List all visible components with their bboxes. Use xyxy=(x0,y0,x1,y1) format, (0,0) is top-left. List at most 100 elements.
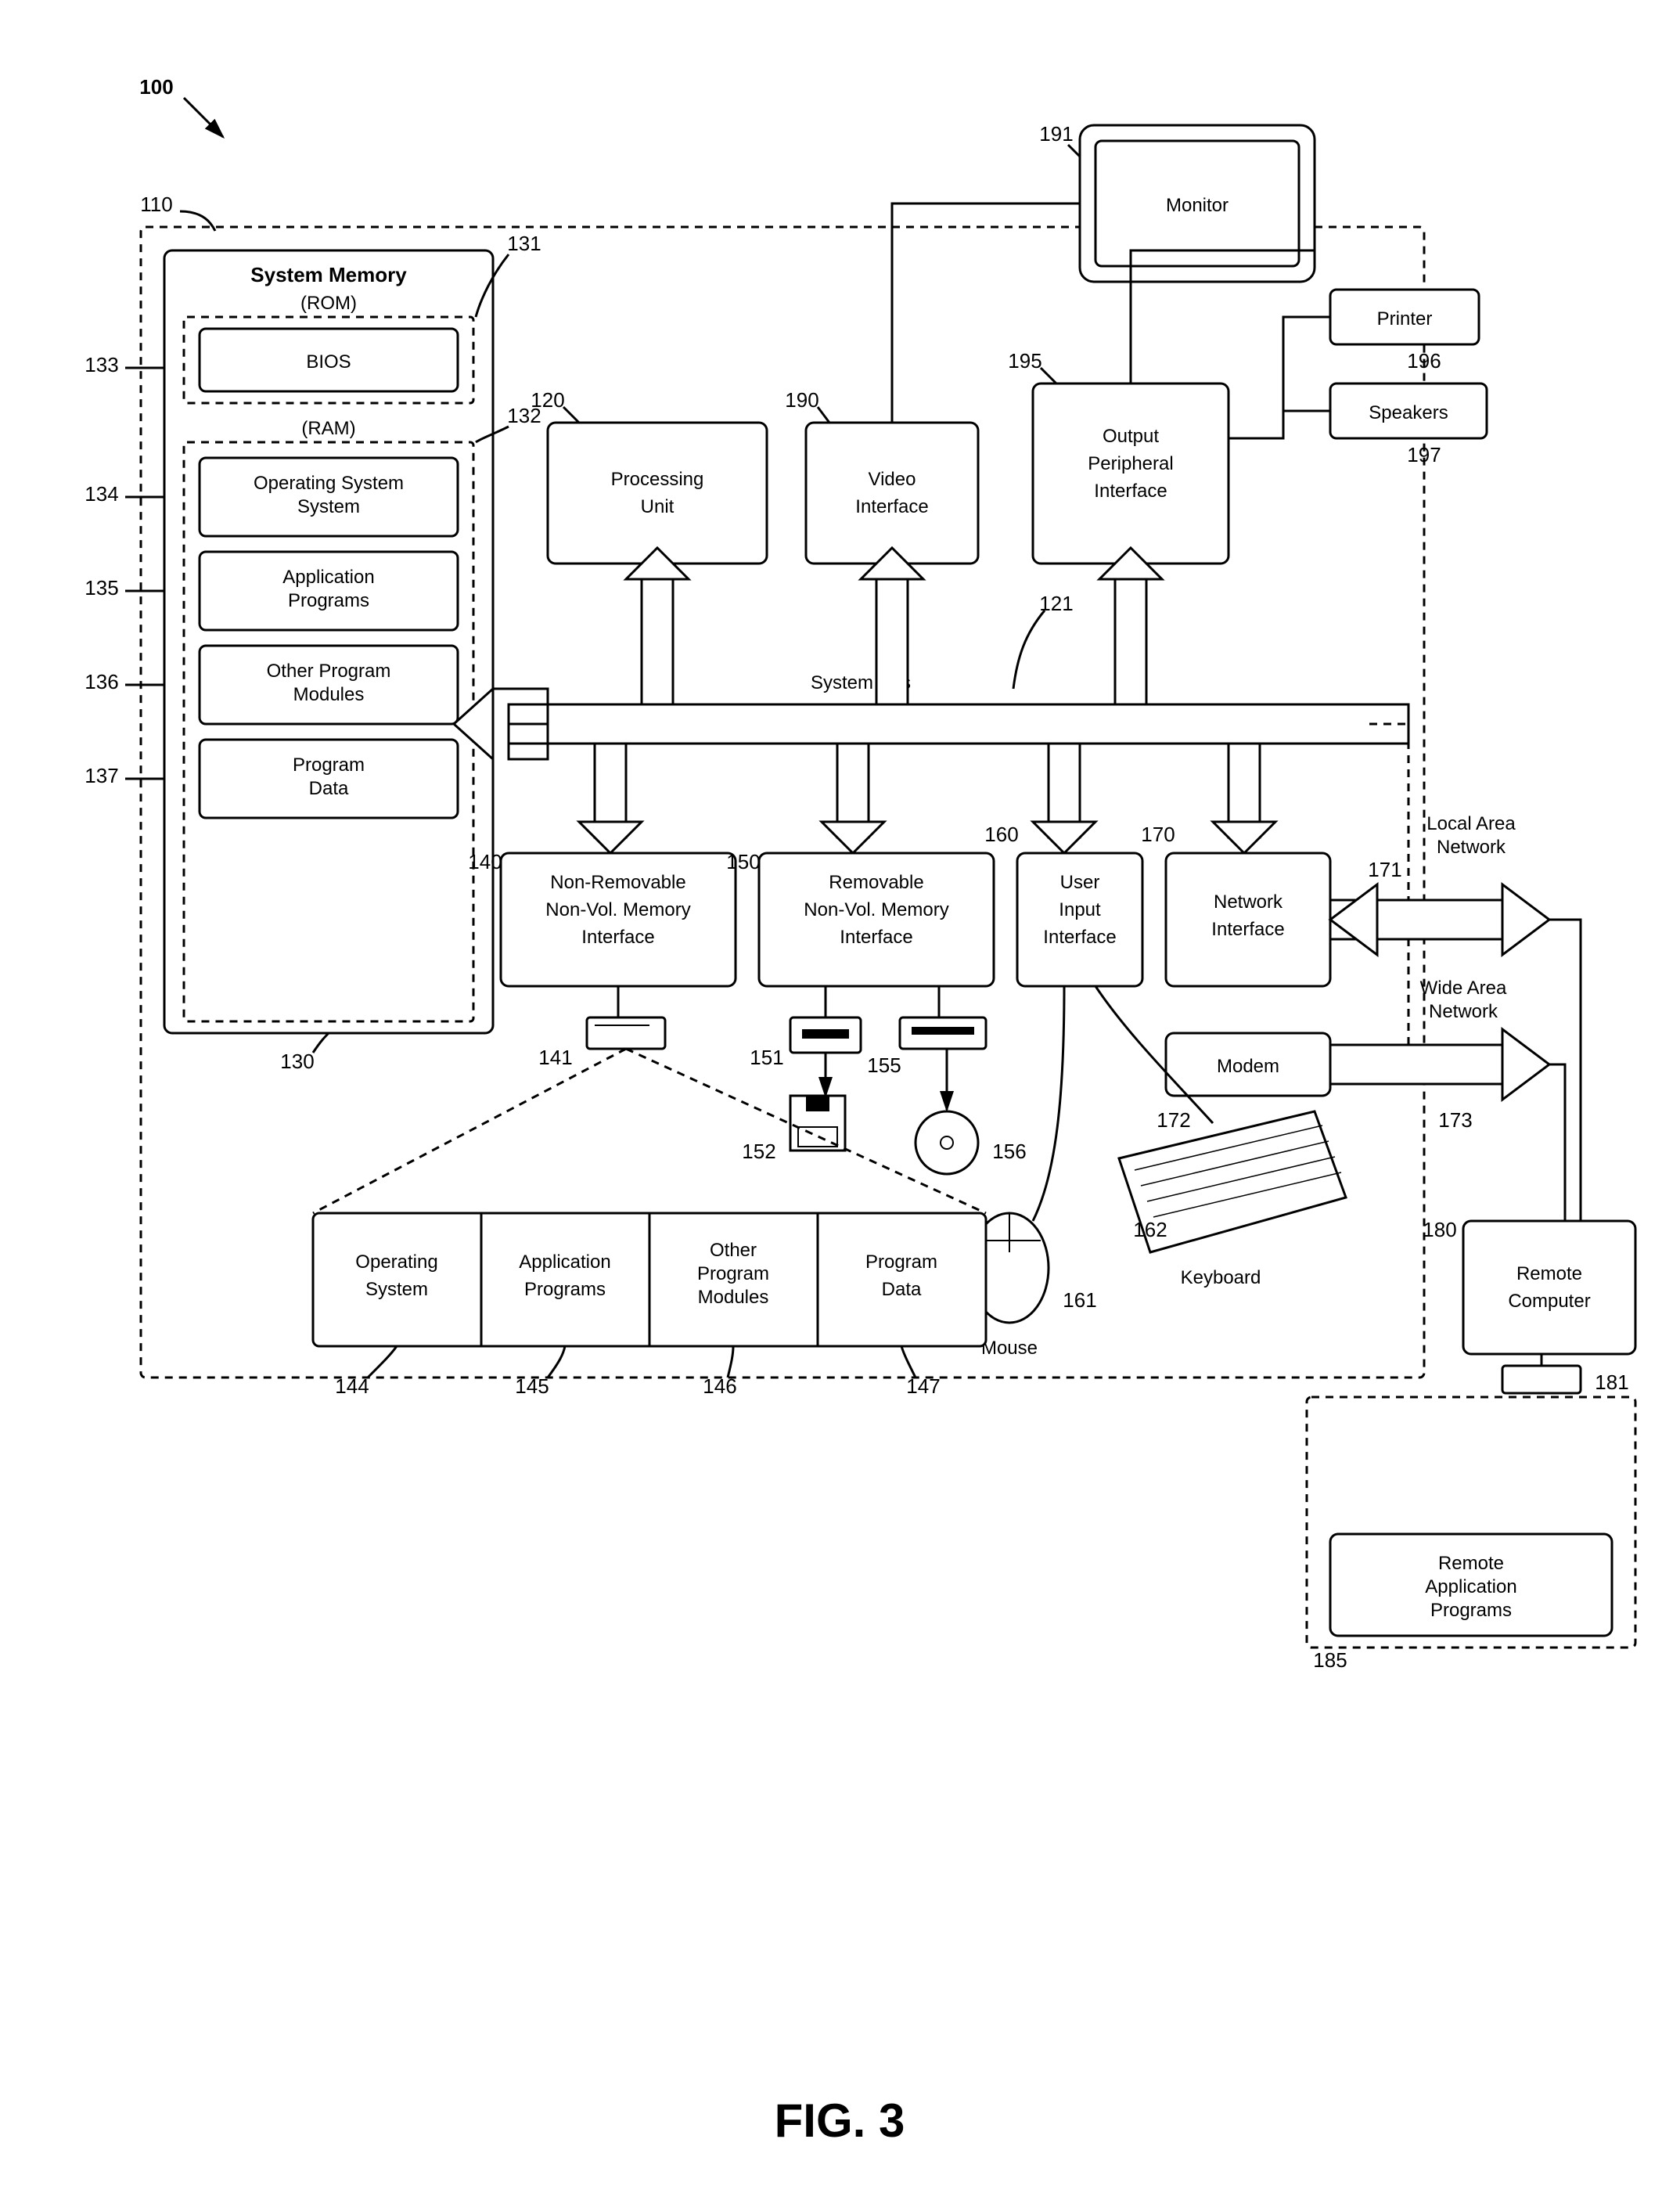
svg-text:Non-Vol. Memory: Non-Vol. Memory xyxy=(804,899,948,920)
svg-text:152: 152 xyxy=(742,1140,775,1163)
svg-text:Interface: Interface xyxy=(1094,481,1167,502)
svg-text:181: 181 xyxy=(1595,1370,1628,1394)
svg-text:Local Area: Local Area xyxy=(1426,813,1516,834)
svg-text:Data: Data xyxy=(882,1279,922,1300)
svg-text:144: 144 xyxy=(335,1374,369,1398)
svg-text:133: 133 xyxy=(85,353,118,376)
svg-text:195: 195 xyxy=(1008,349,1041,373)
svg-text:Video: Video xyxy=(869,469,916,490)
svg-text:Unit: Unit xyxy=(641,496,675,517)
svg-text:191: 191 xyxy=(1039,122,1073,146)
svg-text:Modules: Modules xyxy=(698,1287,769,1308)
svg-text:161: 161 xyxy=(1063,1288,1096,1312)
svg-text:170: 170 xyxy=(1141,823,1175,846)
svg-text:Printer: Printer xyxy=(1377,308,1433,330)
svg-text:151: 151 xyxy=(750,1046,783,1069)
svg-text:Application: Application xyxy=(282,567,374,588)
svg-text:Input: Input xyxy=(1059,899,1101,920)
svg-text:Operating: Operating xyxy=(355,1251,437,1273)
svg-text:Application: Application xyxy=(519,1251,610,1273)
svg-text:140: 140 xyxy=(468,850,502,873)
svg-text:Program: Program xyxy=(293,754,365,776)
svg-text:Other: Other xyxy=(710,1240,757,1261)
svg-text:System: System xyxy=(365,1279,428,1300)
svg-text:Application: Application xyxy=(1425,1576,1516,1597)
svg-text:134: 134 xyxy=(85,482,118,506)
svg-text:Processing: Processing xyxy=(611,469,704,490)
svg-text:162: 162 xyxy=(1133,1218,1167,1241)
svg-text:Remote: Remote xyxy=(1438,1553,1504,1574)
architecture-diagram: 100 110 System Memory (ROM) BIOS 133 (RA… xyxy=(0,0,1680,2204)
svg-text:196: 196 xyxy=(1407,349,1441,373)
svg-text:Other Program: Other Program xyxy=(267,661,391,682)
svg-text:131: 131 xyxy=(507,232,541,255)
svg-text:120: 120 xyxy=(531,388,564,412)
svg-text:156: 156 xyxy=(992,1140,1026,1163)
svg-text:110: 110 xyxy=(140,193,172,216)
svg-text:135: 135 xyxy=(85,576,118,600)
svg-text:180: 180 xyxy=(1423,1218,1456,1241)
svg-text:Program: Program xyxy=(865,1251,937,1273)
svg-text:BIOS: BIOS xyxy=(306,351,351,373)
svg-text:Modem: Modem xyxy=(1217,1056,1279,1077)
svg-text:Wide Area: Wide Area xyxy=(1420,978,1507,999)
svg-text:146: 146 xyxy=(703,1374,736,1398)
svg-text:160: 160 xyxy=(984,823,1018,846)
svg-text:Mouse: Mouse xyxy=(981,1338,1038,1359)
svg-text:Interface: Interface xyxy=(581,927,654,948)
svg-text:System Memory: System Memory xyxy=(250,263,407,286)
hdd-icon xyxy=(587,1017,665,1049)
svg-text:System: System xyxy=(297,496,360,517)
svg-text:Operating System: Operating System xyxy=(254,473,404,494)
svg-text:Speakers: Speakers xyxy=(1369,402,1448,423)
svg-text:130: 130 xyxy=(280,1050,314,1073)
svg-text:172: 172 xyxy=(1157,1108,1190,1132)
lan-arrow xyxy=(1330,884,1549,955)
svg-text:Interface: Interface xyxy=(1043,927,1116,948)
svg-text:Monitor: Monitor xyxy=(1166,195,1229,216)
svg-text:Removable: Removable xyxy=(829,872,923,893)
svg-text:137: 137 xyxy=(85,764,118,787)
svg-text:(ROM): (ROM) xyxy=(300,293,357,314)
svg-text:Network: Network xyxy=(1437,837,1506,858)
svg-text:Non-Vol. Memory: Non-Vol. Memory xyxy=(545,899,690,920)
svg-text:Programs: Programs xyxy=(524,1279,606,1300)
svg-text:Interface: Interface xyxy=(1211,919,1284,940)
svg-text:(RAM): (RAM) xyxy=(301,418,355,439)
remote-computer xyxy=(1463,1221,1635,1354)
svg-text:173: 173 xyxy=(1438,1108,1472,1132)
svg-text:User: User xyxy=(1060,872,1100,893)
video-interface xyxy=(806,423,978,564)
processing-unit xyxy=(548,423,767,564)
svg-text:Remote: Remote xyxy=(1516,1263,1582,1284)
ref-100: 100 xyxy=(139,75,173,99)
svg-text:155: 155 xyxy=(867,1053,901,1077)
monitor-icon: Monitor xyxy=(1080,125,1315,282)
svg-text:Network: Network xyxy=(1214,891,1283,913)
svg-text:Non-Removable: Non-Removable xyxy=(550,872,685,893)
svg-text:Programs: Programs xyxy=(1430,1600,1512,1621)
svg-text:136: 136 xyxy=(85,670,118,693)
svg-text:190: 190 xyxy=(785,388,818,412)
svg-text:Data: Data xyxy=(309,778,349,799)
svg-text:197: 197 xyxy=(1407,443,1441,466)
svg-text:171: 171 xyxy=(1368,858,1401,881)
svg-text:Program: Program xyxy=(697,1263,769,1284)
svg-text:Keyboard: Keyboard xyxy=(1181,1267,1261,1288)
svg-text:Modules: Modules xyxy=(293,684,365,705)
svg-text:Programs: Programs xyxy=(288,590,369,611)
svg-text:141: 141 xyxy=(538,1046,572,1069)
svg-text:Output: Output xyxy=(1103,426,1159,447)
svg-text:185: 185 xyxy=(1313,1648,1347,1672)
svg-text:Interface: Interface xyxy=(840,927,912,948)
svg-text:150: 150 xyxy=(726,850,760,873)
svg-text:Computer: Computer xyxy=(1508,1291,1590,1312)
svg-text:147: 147 xyxy=(906,1374,940,1398)
svg-text:Peripheral: Peripheral xyxy=(1088,453,1173,474)
figure-label: FIG. 3 xyxy=(775,2094,905,2147)
svg-text:145: 145 xyxy=(515,1374,549,1398)
svg-text:Network: Network xyxy=(1429,1001,1498,1022)
wan-arrow xyxy=(1330,1029,1549,1100)
keyboard-icon xyxy=(1095,986,1346,1252)
svg-text:Interface: Interface xyxy=(855,496,928,517)
